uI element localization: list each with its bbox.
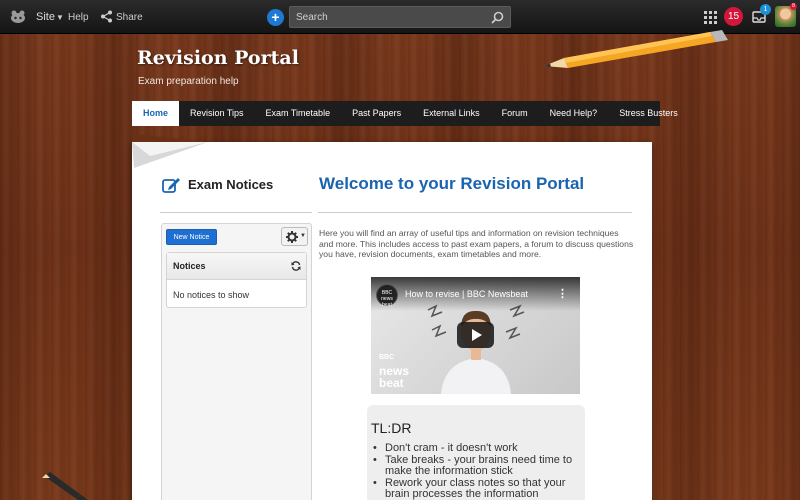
search-input[interactable] <box>296 10 486 24</box>
refresh-icon[interactable] <box>291 261 301 271</box>
portal-subtitle: Exam preparation help <box>138 76 239 87</box>
share-icon[interactable] <box>100 10 113 23</box>
nav-past-papers[interactable]: Past Papers <box>341 101 412 126</box>
more-options-icon[interactable]: ⋮ <box>557 287 568 300</box>
video-thumbnail-person <box>427 304 525 394</box>
top-bar: Site ▼ Help Share + 15 1 8 <box>0 0 800 34</box>
nav-exam-timetable[interactable]: Exam Timetable <box>255 101 342 126</box>
intro-paragraph: Here you will find an array of useful ti… <box>319 228 634 260</box>
message-count-badge: 1 <box>760 4 771 15</box>
help-link[interactable]: Help <box>68 12 89 23</box>
app-logo-icon[interactable] <box>9 9 27 25</box>
notices-box: Notices No notices to show <box>166 252 307 308</box>
empty-notices-text: No notices to show <box>173 290 250 300</box>
notices-box-title: Notices <box>173 261 206 271</box>
list-item: Take breaks - your brains need time to m… <box>373 454 585 478</box>
edit-icon <box>162 178 180 193</box>
play-button[interactable] <box>457 322 494 348</box>
video-embed[interactable]: BBC news beat How to revise | BBC Newsbe… <box>371 277 580 394</box>
brand-bbc: BBC <box>379 354 395 361</box>
list-item: Rework your class notes so that your bra… <box>373 477 585 500</box>
nav-need-help[interactable]: Need Help? <box>539 101 609 126</box>
brand-line-2: beat <box>379 376 404 390</box>
search-box <box>289 6 511 28</box>
search-icon[interactable] <box>491 11 504 24</box>
new-notice-button[interactable]: New Notice <box>166 229 217 245</box>
settings-dropdown-button[interactable]: ▼ <box>281 227 308 246</box>
welcome-heading: Welcome to your Revision Portal <box>319 174 585 193</box>
exam-notices-heading: Exam Notices <box>188 177 274 192</box>
add-content-button[interactable]: + <box>267 9 284 26</box>
video-title[interactable]: How to revise | BBC Newsbeat <box>405 289 528 299</box>
tldr-list: Don't cram - it doesn't work Take breaks… <box>373 442 585 500</box>
nav-forum[interactable]: Forum <box>491 101 539 126</box>
portal-title: Revision Portal <box>137 47 299 69</box>
site-menu[interactable]: Site <box>36 11 55 23</box>
video-brand-watermark: BBC news beat <box>379 352 409 389</box>
list-item: Don't cram - it doesn't work <box>373 442 585 455</box>
share-link[interactable]: Share <box>116 12 143 23</box>
gear-icon <box>286 231 298 243</box>
pencil-decoration-icon-2 <box>42 472 88 500</box>
divider <box>318 212 632 213</box>
page-curl-decoration <box>132 134 208 168</box>
nav-revision-tips[interactable]: Revision Tips <box>179 101 255 126</box>
apps-grid-icon[interactable] <box>704 11 717 24</box>
main-nav: Home Revision Tips Exam Timetable Past P… <box>132 101 678 126</box>
pencil-decoration-icon <box>544 30 728 68</box>
chevron-down-icon: ▼ <box>300 233 306 239</box>
tldr-heading: TL:DR <box>371 420 412 436</box>
notification-badge[interactable]: 15 <box>724 7 743 26</box>
channel-logo[interactable]: BBC news beat <box>376 284 398 308</box>
nav-stress-busters[interactable]: Stress Busters <box>608 101 689 126</box>
chevron-down-icon[interactable]: ▼ <box>56 13 64 22</box>
nav-external-links[interactable]: External Links <box>412 101 491 126</box>
nav-home[interactable]: Home <box>132 101 180 126</box>
divider <box>160 212 312 213</box>
notices-box-header: Notices <box>167 253 306 280</box>
avatar-badge: 8 <box>790 3 797 10</box>
